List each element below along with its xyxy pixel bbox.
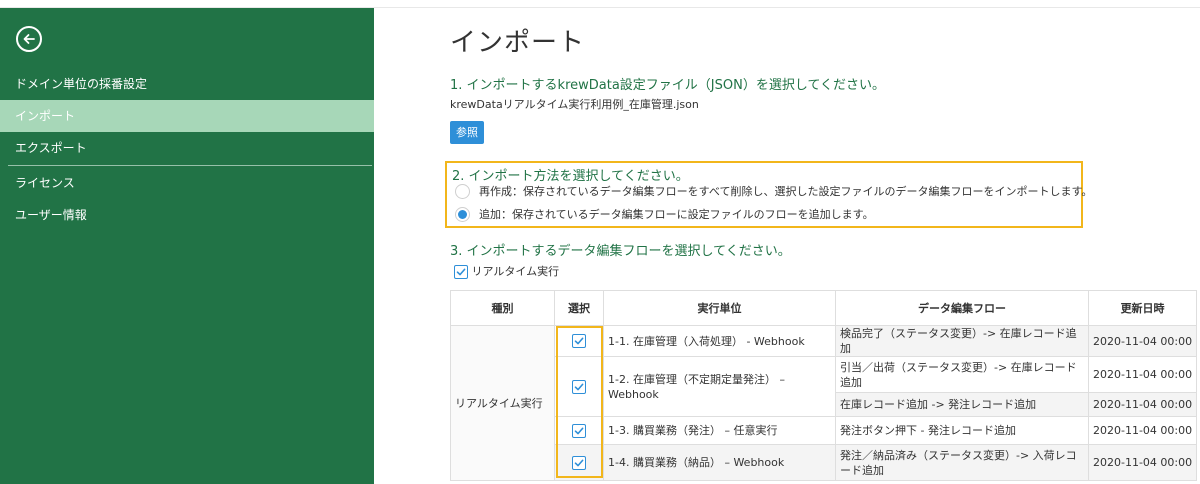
flow-cell: 在庫レコード追加 -> 発注レコード追加 bbox=[835, 392, 1089, 417]
step3-title: 3. インポートするデータ編集フローを選択してください。 bbox=[450, 244, 791, 259]
sidebar-item-export[interactable]: エクスポート bbox=[0, 132, 374, 164]
table-row: 1-3. 購買業務（発注） – 任意実行 発注ボタン押下 - 発注レコード追加 … bbox=[451, 416, 1198, 445]
flow-cell: 発注ボタン押下 - 発注レコード追加 bbox=[835, 416, 1089, 445]
checkmark-icon bbox=[574, 427, 584, 434]
date-cell: 2020-11-04 00:00 bbox=[1087, 392, 1198, 417]
unit-cell: 1-3. 購買業務（発注） – 任意実行 bbox=[603, 416, 836, 445]
flow-table: 種別 選択 実行単位 データ編集フロー 更新日時 リアルタイム実行 1-1. 在… bbox=[450, 290, 1198, 481]
sidebar-divider bbox=[8, 165, 372, 166]
step1-title: 1. インポートするkrewData設定ファイル（JSON）を選択してください。 bbox=[450, 78, 886, 93]
type-cell: リアルタイム実行 bbox=[450, 325, 555, 481]
main-content: インポート 1. インポートするkrewData設定ファイル（JSON）を選択し… bbox=[374, 8, 1200, 484]
realtime-checkbox-row[interactable]: リアルタイム実行 bbox=[454, 264, 559, 280]
row-checkbox[interactable] bbox=[572, 423, 586, 438]
top-border bbox=[0, 0, 1200, 8]
date-cell: 2020-11-04 00:00 bbox=[1087, 444, 1198, 481]
select-cell bbox=[554, 416, 604, 445]
select-cell bbox=[554, 444, 604, 481]
radio-append[interactable] bbox=[455, 207, 470, 222]
date-cell: 2020-11-04 00:00 bbox=[1087, 416, 1198, 445]
flow-cell: 引当／出荷（ステータス変更）-> 在庫レコード追加 bbox=[835, 356, 1089, 393]
browse-button[interactable]: 参照 bbox=[450, 121, 484, 144]
selected-filename: krewDataリアルタイム実行利用例_在庫管理.json bbox=[450, 98, 699, 111]
flow-cell: 発注／納品済み（ステータス変更）-> 入荷レコード追加 bbox=[835, 444, 1089, 481]
table-row: 1-4. 購買業務（納品） – Webhook 発注／納品済み（ステータス変更）… bbox=[451, 444, 1198, 481]
table-row: リアルタイム実行 1-1. 在庫管理（入荷処理） - Webhook 検品完了（… bbox=[450, 325, 1198, 481]
realtime-checkbox[interactable] bbox=[454, 265, 468, 279]
table-header-row: 種別 選択 実行単位 データ編集フロー 更新日時 bbox=[450, 290, 1198, 326]
col-header-select: 選択 bbox=[554, 290, 604, 326]
unit-cell: 1-2. 在庫管理（不定期定量発注） – Webhook bbox=[603, 356, 836, 417]
col-header-unit: 実行単位 bbox=[603, 290, 836, 326]
col-header-type: 種別 bbox=[450, 290, 555, 326]
select-cell bbox=[554, 356, 604, 417]
row-checkbox[interactable] bbox=[572, 334, 586, 348]
radio-recreate[interactable] bbox=[455, 184, 470, 199]
col-header-updated: 更新日時 bbox=[1087, 290, 1198, 326]
import-method-box: 2. インポート方法を選択してください。 再作成：保存されているデータ編集フロー… bbox=[445, 161, 1092, 228]
unit-cell: 1-1. 在庫管理（入荷処理） - Webhook bbox=[603, 325, 836, 357]
col-header-flow: データ編集フロー bbox=[835, 290, 1089, 326]
checkmark-icon bbox=[574, 383, 584, 390]
unit-cell: 1-4. 購買業務（納品） – Webhook bbox=[603, 444, 836, 481]
radio-recreate-label: 再作成：保存されているデータ編集フローをすべて削除し、選択した設定ファイルのデー… bbox=[479, 185, 1093, 198]
checkmark-icon bbox=[574, 337, 584, 345]
row-checkbox[interactable] bbox=[572, 379, 586, 394]
date-cell: 2020-11-04 00:00 bbox=[1087, 325, 1198, 357]
realtime-checkbox-label: リアルタイム実行 bbox=[471, 265, 560, 278]
back-arrow-icon[interactable] bbox=[16, 26, 42, 52]
sidebar: ドメイン単位の採番設定 インポート エクスポート ライセンス ユーザー情報 bbox=[0, 8, 374, 484]
sidebar-item-import[interactable]: インポート bbox=[0, 100, 374, 132]
sidebar-item-numbering[interactable]: ドメイン単位の採番設定 bbox=[0, 68, 374, 100]
table-row: 1-2. 在庫管理（不定期定量発注） – Webhook 引当／出荷（ステータス… bbox=[451, 356, 1198, 417]
sidebar-item-license[interactable]: ライセンス bbox=[0, 167, 374, 199]
select-cell bbox=[554, 325, 604, 357]
sidebar-item-user-info[interactable]: ユーザー情報 bbox=[0, 199, 374, 231]
radio-append-label: 追加：保存されているデータ編集フローに設定ファイルのフローを追加します。 bbox=[479, 208, 874, 221]
row-checkbox[interactable] bbox=[572, 455, 586, 470]
step2-title: 2. インポート方法を選択してください。 bbox=[452, 169, 689, 184]
checkmark-icon bbox=[456, 268, 466, 276]
date-cell: 2020-11-04 00:00 bbox=[1087, 356, 1198, 393]
page-title: インポート bbox=[450, 28, 586, 58]
checkmark-icon bbox=[574, 459, 584, 466]
flow-cell: 検品完了（ステータス変更）-> 在庫レコード追加 bbox=[835, 325, 1089, 357]
